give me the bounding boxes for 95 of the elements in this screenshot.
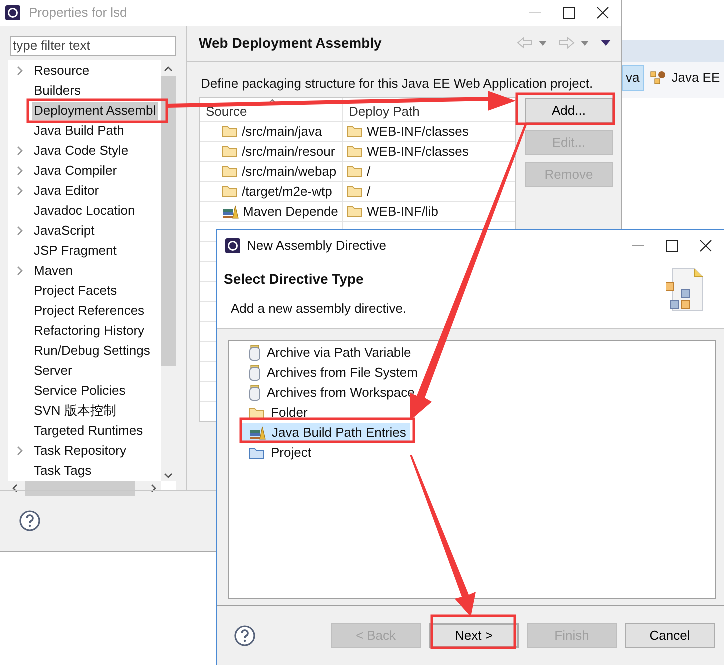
app-logo-icon [225, 238, 241, 254]
tree-item[interactable]: Task Tags [32, 462, 94, 480]
dialog-heading: Select Directive Type [224, 270, 365, 289]
wizard-banner-icon [666, 267, 706, 313]
cancel-button[interactable]: Cancel [625, 623, 715, 648]
folder-icon [347, 125, 363, 138]
menu-icon[interactable] [601, 40, 611, 46]
tree-item[interactable]: Targeted Runtimes [32, 422, 146, 440]
library-icon [222, 204, 239, 219]
folder-icon [222, 125, 238, 138]
tree-item[interactable]: Java Compiler [32, 162, 120, 180]
tree-item[interactable]: Java Build Path [32, 122, 126, 140]
maximize-icon[interactable] [563, 6, 575, 19]
tree-item[interactable]: Maven [32, 262, 76, 280]
folder-icon [347, 205, 363, 218]
next-button[interactable]: Next > [429, 623, 519, 648]
table-cell-text: / [367, 182, 371, 201]
chevron-right-icon[interactable] [17, 146, 23, 156]
perspective-icon [650, 70, 666, 86]
tree-item[interactable]: Run/Debug Settings [32, 342, 152, 360]
dialog-description: Add a new assembly directive. [230, 300, 407, 318]
tree-item[interactable]: Task Repository [32, 442, 128, 460]
tree-item[interactable]: Javadoc Location [32, 202, 138, 220]
dropdown-icon[interactable] [581, 40, 589, 46]
dialog-title: New Assembly Directive [247, 236, 386, 255]
folder-icon [347, 165, 363, 178]
list-item[interactable]: Archives from Workspace [241, 383, 419, 403]
chevron-right-icon[interactable] [17, 226, 23, 236]
chevron-right-icon[interactable] [17, 446, 23, 456]
tree-item[interactable]: Server [32, 362, 74, 380]
tree-item[interactable]: Project References [32, 302, 147, 320]
folder-icon [222, 165, 238, 178]
list-item[interactable]: Archives from File System [241, 363, 422, 383]
folder-icon [249, 406, 265, 420]
table-cell-text: / [367, 162, 371, 181]
column-header[interactable]: Deploy Path [349, 102, 420, 122]
page-title: Web Deployment Assembly [199, 34, 382, 53]
help-icon[interactable] [19, 510, 41, 532]
tree-item[interactable]: Java Editor [32, 182, 102, 200]
app-logo-icon [5, 4, 21, 21]
column-header[interactable]: Source [206, 102, 248, 122]
table-cell-text: WEB-INF/classes [367, 142, 469, 161]
chevron-right-icon[interactable] [17, 66, 23, 76]
table-cell-text: /src/main/java [242, 122, 322, 141]
tree-item[interactable]: Service Policies [32, 382, 128, 400]
table-cell-text: /src/main/webap [242, 162, 337, 181]
tree-item[interactable]: Java Code Style [32, 142, 131, 160]
tree-item[interactable]: JavaScript [32, 222, 97, 240]
help-icon[interactable] [234, 624, 256, 646]
library-icon [249, 426, 266, 440]
window-title: Properties for lsd [29, 4, 128, 22]
add-button[interactable]: Add... [525, 98, 613, 124]
tree-item[interactable]: Builders [32, 82, 83, 100]
scrollbar[interactable] [161, 60, 176, 481]
tree-item[interactable]: Project Facets [32, 282, 120, 300]
forward-arrow-icon[interactable] [559, 37, 575, 50]
close-icon[interactable] [700, 240, 712, 252]
minimize-icon[interactable] [632, 244, 644, 246]
horizontal-scrollbar[interactable] [8, 480, 161, 496]
chevron-right-icon[interactable] [17, 266, 23, 276]
folder-icon [249, 446, 265, 460]
chevron-right-icon[interactable] [17, 166, 23, 176]
jar-icon [249, 385, 261, 401]
list-item[interactable]: Archive via Path Variable [241, 343, 416, 363]
table-cell-text: /src/main/resour [242, 142, 336, 161]
jar-icon [249, 365, 261, 381]
folder-icon [222, 145, 238, 158]
tree-item[interactable]: SVN 版本控制 [32, 402, 118, 420]
filter-field[interactable]: type filter text [10, 36, 176, 56]
page-description: Define packaging structure for this Java EE Web Application project. [201, 76, 594, 91]
scroll-up-icon[interactable] [164, 66, 173, 72]
perspective-tab[interactable]: Java EE [668, 66, 724, 90]
tree-item[interactable]: Refactoring History [32, 322, 147, 340]
folder-icon [347, 145, 363, 158]
tree-item[interactable]: JSP Fragment [32, 242, 119, 260]
list-item[interactable]: Folder [241, 403, 312, 423]
folder-icon [347, 185, 363, 198]
list-item[interactable]: Project [241, 443, 316, 463]
tree-item[interactable]: Resource [32, 62, 92, 80]
table-cell-text: WEB-INF/classes [367, 122, 469, 141]
maximize-icon[interactable] [666, 240, 678, 252]
back-arrow-icon[interactable] [517, 37, 533, 50]
chevron-right-icon[interactable] [17, 186, 23, 196]
folder-icon [222, 185, 238, 198]
close-icon[interactable] [597, 6, 609, 19]
perspective-tab[interactable]: va [622, 65, 644, 91]
dropdown-icon[interactable] [539, 40, 547, 46]
scroll-right-icon[interactable] [151, 484, 157, 493]
scroll-left-icon[interactable] [12, 484, 18, 493]
table-cell-text: /target/m2e-wtp [242, 182, 332, 201]
table-cell-text: Maven Depende [243, 202, 338, 221]
table-cell-text: WEB-INF/lib [367, 202, 438, 221]
jar-icon [249, 345, 261, 361]
tree-item[interactable]: Deployment Assembl [32, 102, 158, 120]
scroll-down-icon[interactable] [164, 472, 173, 479]
